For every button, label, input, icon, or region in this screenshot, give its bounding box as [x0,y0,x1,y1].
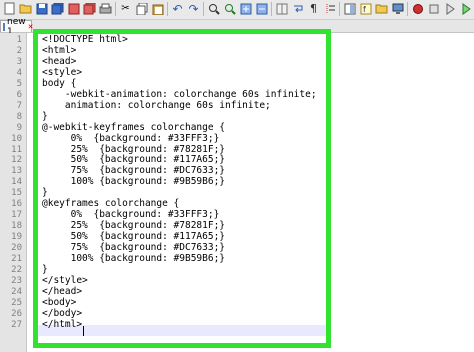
line-number: 26 [11,308,22,319]
cut-icon[interactable]: ✂ [118,1,133,16]
line-number: 17 [11,210,22,221]
line-number: 19 [11,232,22,243]
line-number-gutter: 1 2 3 4 5 6 7 8 9 10 11 12 13 14 15 16 17 18 19 20 21 22 23 24 2… [0,33,27,352]
line-number: 27 [11,319,22,330]
stop-macro-icon[interactable] [426,1,441,16]
function-list-icon[interactable]: f [358,1,373,16]
toolbar: ✂ ↶ ↷ ¶ f [0,0,474,20]
line-number: 11 [11,144,22,155]
line-number: 7 [16,100,22,111]
zoom-in-icon[interactable] [238,1,253,16]
line-number: 25 [11,297,22,308]
line-number: 24 [11,286,22,297]
close-all-icon[interactable] [82,1,97,16]
play-macro-icon[interactable] [442,1,457,16]
sync-scroll-icon[interactable] [274,1,289,16]
print-icon[interactable] [98,1,113,16]
save-icon[interactable] [34,1,49,16]
line-number: 20 [11,243,22,254]
line-number: 23 [11,275,22,286]
record-macro-icon[interactable] [410,1,425,16]
line-number: 21 [11,254,22,264]
svg-text:f: f [363,5,366,14]
line-number: 9 [16,122,22,133]
monitor-icon[interactable] [390,1,405,16]
undo-icon[interactable]: ↶ [170,1,185,16]
new-file-icon[interactable] [2,1,17,16]
line-number: 13 [11,166,22,177]
save-macro-icon[interactable] [458,1,473,16]
save-all-icon[interactable] [50,1,65,16]
line-number: 10 [11,133,22,144]
line-number: 18 [11,221,22,232]
tab-new-1[interactable]: new 1 ✕ [0,17,33,37]
line-number: 2 [16,45,22,56]
document-icon [3,22,5,31]
find-icon[interactable] [206,1,221,16]
line-number: 15 [11,188,22,199]
redo-icon[interactable]: ↷ [186,1,201,16]
paste-icon[interactable] [150,1,165,16]
highlight-frame [33,29,331,348]
line-number: 12 [11,155,22,166]
open-folder-icon[interactable] [18,1,33,16]
zoom-out-icon[interactable] [254,1,269,16]
line-number: 22 [11,264,22,275]
line-number: 6 [16,89,22,100]
close-icon[interactable] [66,1,81,16]
word-wrap-icon[interactable] [290,1,305,16]
line-number: 1 [16,35,22,45]
line-number: 4 [16,67,22,78]
indent-guide-icon[interactable] [322,1,337,16]
folder-workspace-icon[interactable] [374,1,389,16]
show-all-chars-icon[interactable]: ¶ [306,1,321,16]
line-number: 14 [11,177,22,188]
line-number: 8 [16,111,22,122]
copy-icon[interactable] [134,1,149,16]
line-number: 3 [16,56,22,67]
doc-map-icon[interactable] [342,1,357,16]
line-number: 16 [11,199,22,210]
replace-icon[interactable] [222,1,237,16]
line-number: 5 [16,78,22,89]
